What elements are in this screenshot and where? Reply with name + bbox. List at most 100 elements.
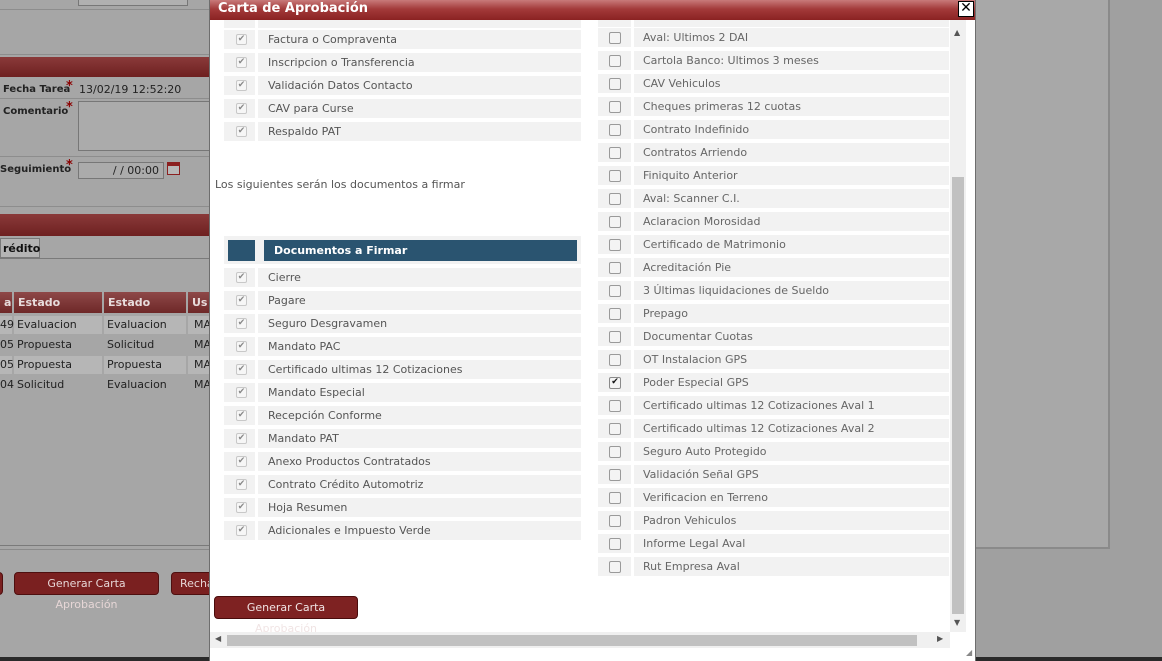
checkbox-cell: ✔ [224,383,258,403]
document-label: Verificacion en Terreno [643,491,768,504]
list-item: 3 Últimas liquidaciones de Sueldo [598,281,949,301]
generar-carta-button[interactable]: Generar Carta Aprobación [214,596,358,635]
checkbox-checked[interactable]: ✔ [236,57,247,68]
checkbox-checked[interactable]: ✔ [236,80,247,91]
calendar-icon[interactable] [167,162,180,175]
checkbox-checked[interactable]: ✔ [236,295,247,306]
checkbox-checked[interactable]: ✔ [236,103,247,114]
checkbox[interactable] [609,32,621,44]
checkbox-cell: ✔ [224,452,258,472]
checkbox-cell [598,235,634,255]
background-input-top [78,0,188,6]
checkbox-checked[interactable]: ✔ [236,456,247,467]
list-item: ✔ Certificado ultimas 12 Cotizaciones [224,360,581,380]
list-item: Documentar Cuotas [598,327,949,347]
document-label: Finiquito Anterior [643,169,738,182]
checkbox[interactable] [609,239,621,251]
checkbox-checked[interactable]: ✔ [236,433,247,444]
checkbox-cell [598,189,634,209]
checkbox[interactable] [609,193,621,205]
checkbox-checked[interactable]: ✔ [236,341,247,352]
checkbox-checked[interactable]: ✔ [236,387,247,398]
checkbox[interactable] [609,492,621,504]
background-generar-button[interactable]: Generar Carta Aprobación [14,572,159,611]
list-item: ✔ Recepción Conforme [224,406,581,426]
checkbox[interactable] [609,285,621,297]
list-item: Acreditación Pie [598,258,949,278]
document-label: Cheques primeras 12 cuotas [643,100,801,113]
select-all-header-cell [228,240,255,261]
checkbox-checked[interactable]: ✔ [236,525,247,536]
seguimiento-label: Seguimiento [0,164,72,175]
list-item: ✔ Contrato Crédito Automotriz [224,475,581,495]
vertical-scrollbar[interactable]: ▲ ▼ [950,20,966,632]
scroll-up-icon[interactable]: ▲ [954,28,960,37]
checkbox[interactable] [609,262,621,274]
checkbox[interactable] [609,469,621,481]
checkbox-cell: ✔ [224,53,258,73]
checkbox-checked[interactable]: ✔ [236,479,247,490]
scroll-down-icon[interactable]: ▼ [954,618,960,627]
table-cell: MA [194,338,212,351]
checkbox[interactable] [609,446,621,458]
close-icon[interactable]: ✕ [958,1,974,17]
list-item: Rut Empresa Aval [598,557,949,577]
checkbox[interactable] [609,78,621,90]
table-cell: Solicitud [107,338,155,351]
dialog-title-bar[interactable]: Carta de Aprobación [210,0,975,20]
checkbox-checked[interactable]: ✔ [236,502,247,513]
checkbox[interactable] [609,147,621,159]
scroll-thumb[interactable] [227,635,917,646]
checkbox-checked[interactable]: ✔ [236,364,247,375]
checkbox[interactable] [609,170,621,182]
scroll-thumb[interactable] [952,177,964,614]
checkbox-cell: ✔ [224,429,258,449]
checkbox-checked[interactable]: ✔ [236,34,247,45]
scroll-right-icon[interactable]: ▶ [937,634,943,643]
document-label: Prepago [643,307,688,320]
list-item: OT Instalacion GPS [598,350,949,370]
checkbox-checked[interactable]: ✔ [236,272,247,283]
checkbox[interactable] [609,423,621,435]
checkbox[interactable] [609,354,621,366]
background-button-partial[interactable] [0,572,3,595]
list-item: Validación Señal GPS [598,465,949,485]
document-label: Factura o Compraventa [268,33,398,46]
check-icon: ✔ [237,318,246,328]
tab-credito[interactable]: rédito [0,238,40,258]
table-cell: MA [188,316,211,334]
checkbox-checked[interactable]: ✔ [609,377,621,389]
checkbox[interactable] [609,538,621,550]
document-label: Mandato PAC [268,340,341,353]
document-label: CAV Vehiculos [643,77,721,90]
checkbox[interactable] [609,308,621,320]
checkbox-checked[interactable]: ✔ [236,318,247,329]
checkbox-cell [598,465,634,485]
checkbox-cell: ✔ [224,30,258,50]
document-label: Rut Empresa Aval [643,560,740,573]
checkbox-checked[interactable]: ✔ [236,410,247,421]
checkbox-cell [598,212,634,232]
seguimiento-date-input[interactable]: / / 00:00 [78,162,164,179]
checkbox[interactable] [609,400,621,412]
checkbox-cell: ✔ [224,314,258,334]
horizontal-scrollbar[interactable]: ◀ ▶ [210,632,950,648]
checkbox[interactable] [609,101,621,113]
comentario-textarea[interactable] [78,101,210,151]
document-label: Anexo Productos Contratados [268,455,431,468]
document-label: Certificado ultimas 12 Cotizaciones Aval… [643,422,875,435]
table-header-cell: a [0,292,12,313]
checkbox[interactable] [609,515,621,527]
required-mark: * [66,158,73,173]
check-icon: ✔ [237,103,246,113]
checkbox-checked[interactable]: ✔ [236,126,247,137]
checkbox[interactable] [609,331,621,343]
checkbox[interactable] [609,216,621,228]
scroll-left-icon[interactable]: ◀ [215,634,221,643]
list-item [224,20,581,29]
checkbox[interactable] [609,124,621,136]
resize-handle-icon[interactable]: ◢ [966,648,974,657]
checkbox[interactable] [609,55,621,67]
checkbox[interactable] [609,561,621,573]
check-icon: ✔ [237,272,246,282]
